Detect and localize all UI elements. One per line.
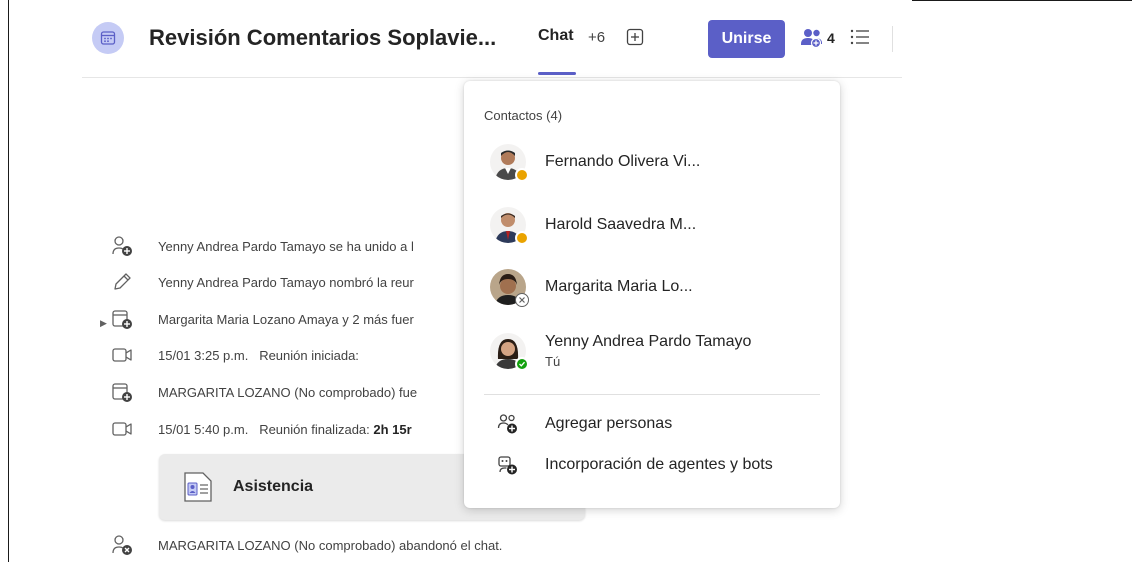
pencil-icon — [110, 270, 134, 294]
person-add-icon — [496, 412, 520, 436]
avatar — [490, 333, 529, 371]
feed-time: 15/01 5:40 p.m. — [158, 421, 249, 437]
list-icon[interactable] — [849, 27, 871, 47]
expand-caret-icon[interactable]: ▶ — [100, 318, 107, 329]
add-agents-bots-label: Incorporación de agentes y bots — [545, 456, 773, 473]
popup-divider — [484, 394, 820, 395]
bot-add-icon — [496, 453, 520, 477]
presence-away-icon — [515, 168, 529, 182]
contact-name: Margarita Maria Lo... — [545, 278, 693, 295]
avatar — [490, 207, 529, 245]
meeting-title: Revisión Comentarios Soplavie... — [149, 25, 497, 50]
people-icon — [801, 29, 822, 49]
add-people-button[interactable]: Agregar personas — [484, 408, 824, 440]
feed-item: 15/01 5:40 p.m. Reunión finalizada: 2h 1… — [110, 416, 412, 442]
calendar-add-icon — [110, 307, 134, 331]
window-border-top — [912, 0, 1132, 1]
person-add-icon — [110, 234, 134, 258]
feed-text: MARGARITA LOZANO (No comprobado) abandon… — [158, 537, 503, 553]
presence-offline-icon — [515, 293, 529, 307]
person-leave-icon — [110, 533, 134, 557]
tab-chat[interactable]: Chat — [538, 27, 574, 45]
contact-name: Harold Saavedra M... — [545, 216, 697, 233]
participants-button[interactable]: 4 — [800, 26, 840, 50]
feed-item: MARGARITA LOZANO (No comprobado) fue — [110, 379, 417, 405]
feed-item: Yenny Andrea Pardo Tamayo nombró la reur — [110, 269, 414, 295]
feed-message: Reunión finalizada: — [259, 421, 370, 437]
join-button[interactable]: Unirse — [708, 20, 785, 58]
video-icon — [110, 417, 134, 441]
feed-text: Yenny Andrea Pardo Tamayo se ha unido a … — [158, 238, 414, 254]
tab-chat-indicator — [538, 72, 576, 75]
feed-item: 15/01 3:25 p.m. Reunión iniciada: — [110, 342, 359, 368]
feed-item: Margarita Maria Lozano Amaya y 2 más fue… — [110, 306, 414, 332]
contact-item[interactable]: Harold Saavedra M... — [484, 197, 824, 253]
feed-text: Yenny Andrea Pardo Tamayo nombró la reur — [158, 274, 414, 290]
presence-away-icon — [515, 231, 529, 245]
meeting-calendar-icon — [92, 22, 124, 54]
video-icon — [110, 343, 134, 367]
contacts-popup: Contactos (4) Fernando Olivera Vi... Har… — [464, 81, 840, 508]
contact-item[interactable]: Fernando Olivera Vi... — [484, 134, 824, 190]
attendance-label: Asistencia — [233, 478, 314, 495]
feed-text: 15/01 5:40 p.m. Reunión finalizada: 2h 1… — [158, 422, 412, 437]
feed-time: 15/01 3:25 p.m. — [158, 347, 249, 363]
add-agents-bots-button[interactable]: Incorporación de agentes y bots — [484, 449, 824, 481]
feed-text: Margarita Maria Lozano Amaya y 2 más fue… — [158, 311, 414, 327]
header-divider — [892, 26, 893, 52]
feed-item: MARGARITA LOZANO (No comprobado) abandon… — [110, 532, 502, 558]
add-people-label: Agregar personas — [545, 415, 673, 432]
contact-name: Fernando Olivera Vi... — [545, 153, 701, 170]
avatar — [490, 269, 529, 307]
avatar — [490, 144, 529, 182]
feed-text: 15/01 3:25 p.m. Reunión iniciada: — [158, 348, 359, 363]
meeting-duration: 2h 15r — [373, 421, 412, 437]
contact-you-label: Tú — [545, 354, 561, 369]
attendance-icon — [184, 472, 212, 502]
contact-name: Yenny Andrea Pardo Tamayo — [545, 333, 752, 350]
feed-text: MARGARITA LOZANO (No comprobado) fue — [158, 384, 418, 400]
window-border-left — [8, 0, 9, 562]
feed-message: Reunión iniciada: — [259, 347, 359, 363]
contact-item[interactable]: Margarita Maria Lo... — [484, 259, 824, 315]
participant-count: 4 — [827, 30, 835, 46]
tab-more[interactable]: +6 — [588, 29, 605, 46]
contacts-heading: Contactos (4) — [484, 108, 563, 123]
feed-item: Yenny Andrea Pardo Tamayo se ha unido a … — [110, 233, 414, 259]
add-tab-icon[interactable] — [626, 28, 644, 46]
contact-item[interactable]: Yenny Andrea Pardo Tamayo Tú — [484, 323, 824, 379]
chat-header: Revisión Comentarios Soplavie... Chat +6… — [82, 0, 902, 78]
calendar-add-icon — [110, 380, 134, 404]
presence-available-icon — [515, 357, 529, 371]
